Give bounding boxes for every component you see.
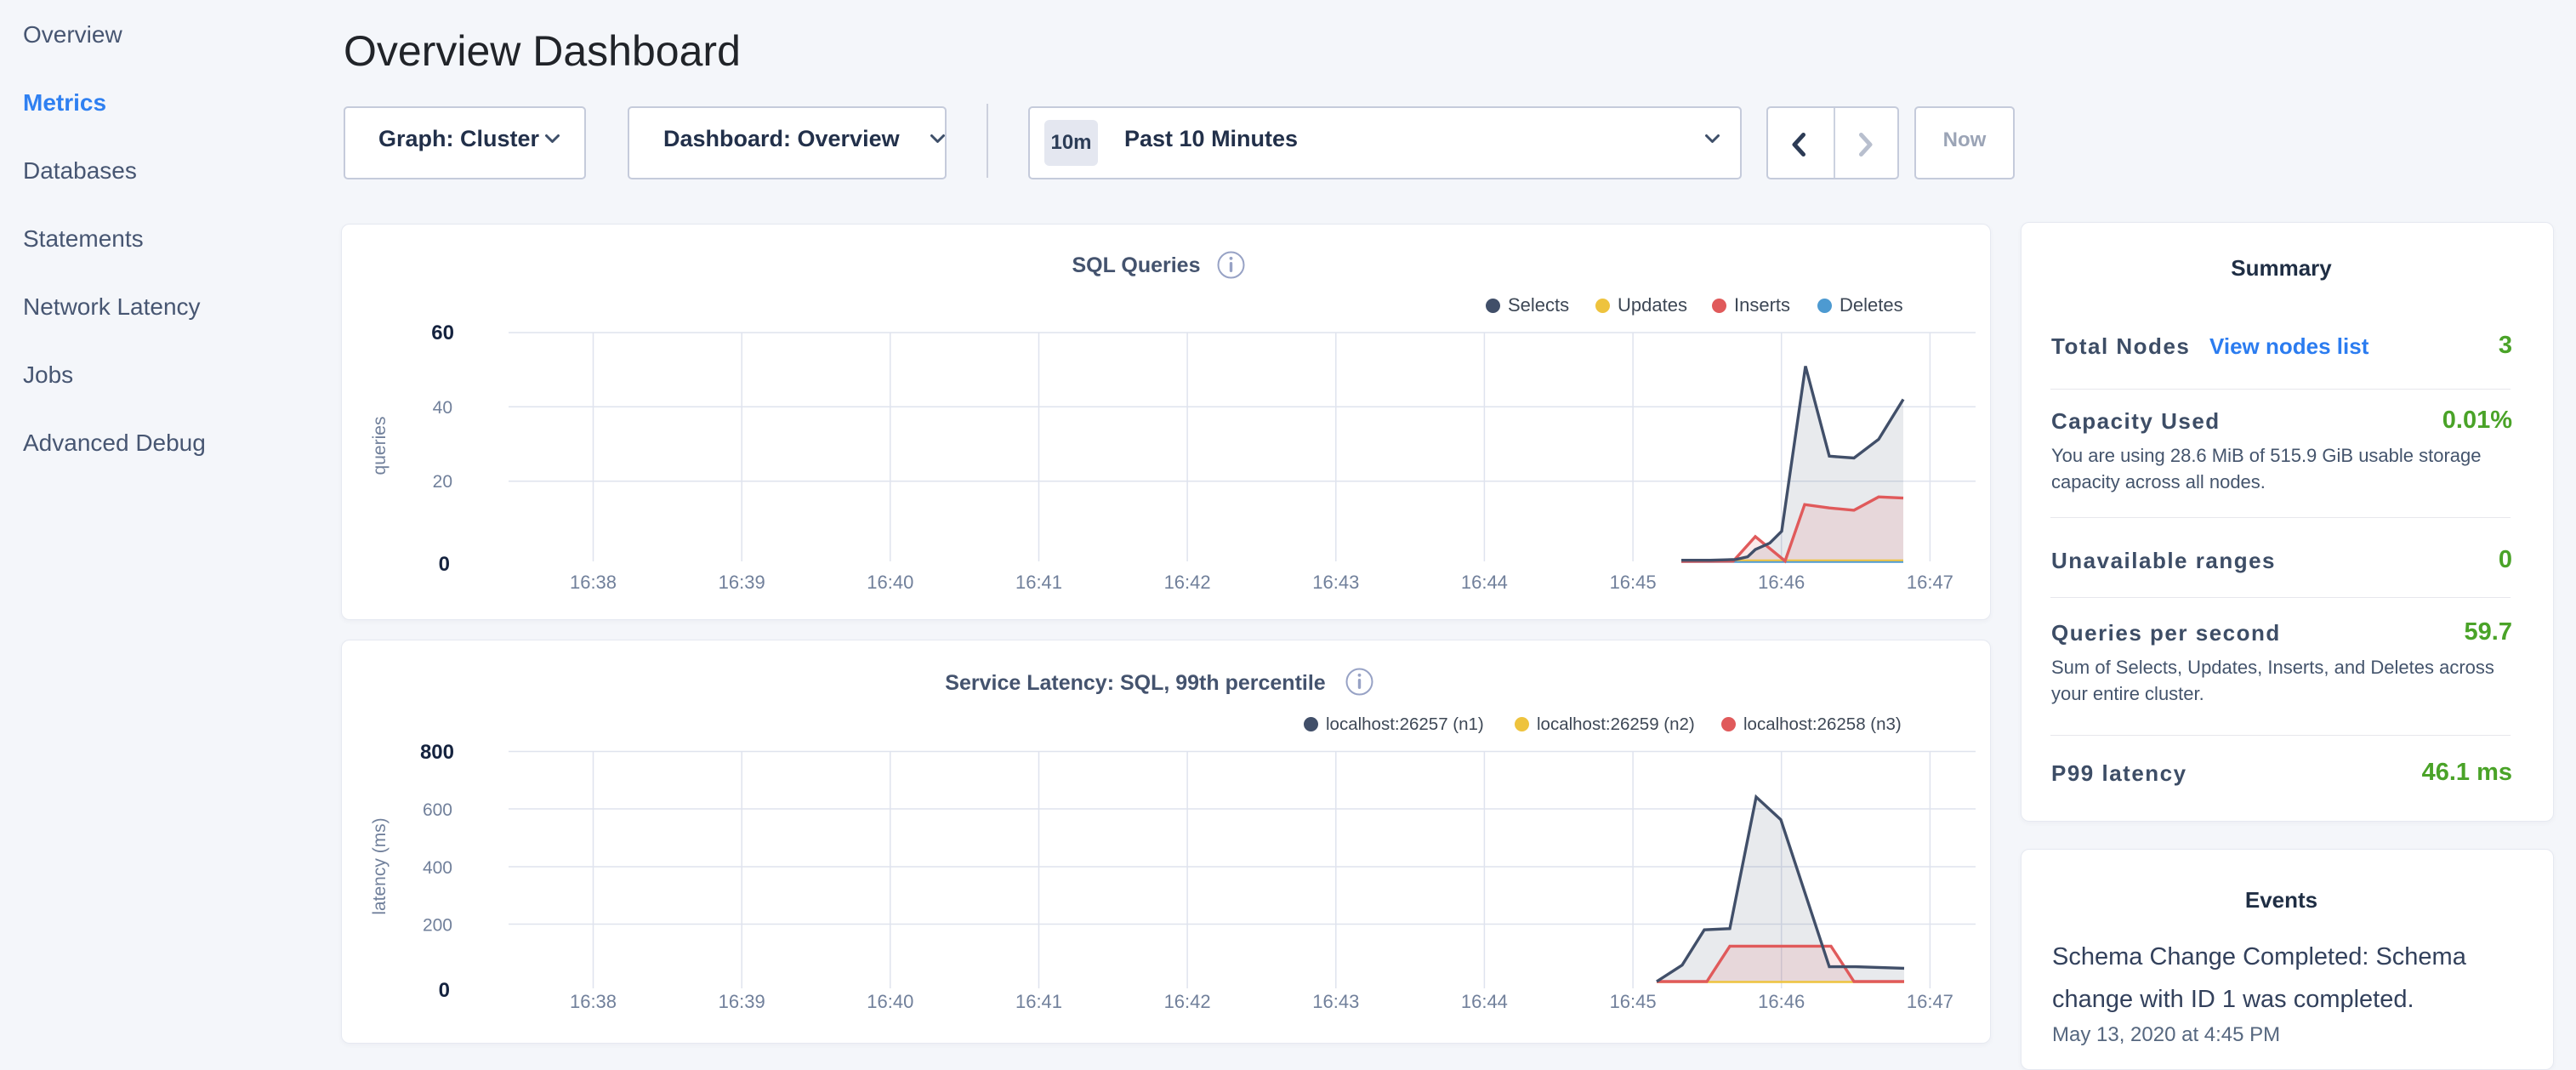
svg-text:16:43: 16:43 [1312, 991, 1359, 1012]
svg-text:16:40: 16:40 [867, 572, 913, 593]
svg-text:16:46: 16:46 [1758, 572, 1805, 593]
svg-text:200: 200 [423, 916, 452, 936]
svg-text:16:38: 16:38 [570, 991, 617, 1012]
svg-text:16:44: 16:44 [1461, 572, 1508, 593]
svg-text:600: 600 [423, 800, 452, 820]
svg-text:16:46: 16:46 [1758, 991, 1805, 1012]
svg-text:20: 20 [433, 472, 452, 492]
svg-text:16:45: 16:45 [1610, 991, 1657, 1012]
svg-text:16:42: 16:42 [1164, 991, 1211, 1012]
svg-text:16:47: 16:47 [1907, 572, 1953, 593]
svg-text:16:40: 16:40 [867, 991, 913, 1012]
svg-text:queries: queries [370, 417, 390, 475]
svg-text:16:41: 16:41 [1015, 572, 1062, 593]
svg-text:16:38: 16:38 [570, 572, 617, 593]
svg-text:latency (ms): latency (ms) [370, 817, 390, 914]
svg-text:16:39: 16:39 [719, 991, 765, 1012]
svg-text:0: 0 [439, 553, 450, 576]
svg-text:0: 0 [439, 979, 450, 1002]
svg-text:16:47: 16:47 [1907, 991, 1953, 1012]
svg-text:16:43: 16:43 [1312, 572, 1359, 593]
svg-text:16:42: 16:42 [1164, 572, 1211, 593]
svg-text:16:45: 16:45 [1610, 572, 1657, 593]
svg-text:60: 60 [431, 322, 454, 344]
svg-text:40: 40 [433, 398, 452, 418]
svg-text:16:39: 16:39 [719, 572, 765, 593]
svg-text:400: 400 [423, 858, 452, 878]
svg-text:16:41: 16:41 [1015, 991, 1062, 1012]
svg-text:800: 800 [420, 741, 454, 764]
svg-text:16:44: 16:44 [1461, 991, 1508, 1012]
